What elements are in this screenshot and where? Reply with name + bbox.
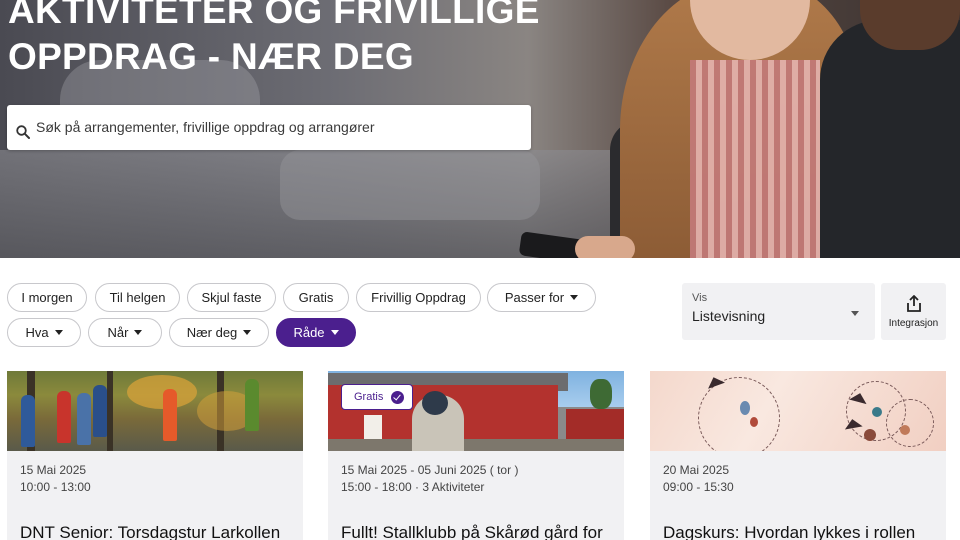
filter-passer-for-dropdown[interactable]: Passer for xyxy=(487,283,596,312)
caret-down-icon xyxy=(134,330,143,335)
search-input[interactable] xyxy=(36,118,516,135)
filter-skjul-faste[interactable]: Skjul faste xyxy=(187,283,276,312)
filter-label: Passer for xyxy=(504,290,565,305)
event-card[interactable]: 20 Mai 2025 09:00 - 15:30 Dagskurs: Hvor… xyxy=(650,371,946,540)
caret-down-icon xyxy=(243,330,252,335)
caret-down-icon xyxy=(330,330,339,335)
free-badge: Gratis xyxy=(341,384,414,410)
filter-frivillig-oppdrag[interactable]: Frivillig Oppdrag xyxy=(356,283,481,312)
filter-label: I morgen xyxy=(21,290,73,305)
view-mode-label: Vis xyxy=(692,292,708,304)
event-title[interactable]: Dagskurs: Hvordan lykkes i rollen xyxy=(663,523,915,540)
event-image: Gratis xyxy=(328,371,624,451)
hero-photo-person-2 xyxy=(820,20,960,258)
view-mode-select[interactable]: Vis Listevisning xyxy=(682,283,875,340)
filter-label: Nær deg xyxy=(186,325,238,340)
filter-rade-dropdown[interactable]: Råde xyxy=(276,318,356,347)
page-title: AKTIVITETER OG FRIVILLIGE OPPDRAG - NÆR … xyxy=(8,0,608,80)
event-title[interactable]: Fullt! Stallklubb på Skårød gård for xyxy=(341,523,603,540)
filter-i-morgen[interactable]: I morgen xyxy=(7,283,87,312)
filter-label: Råde xyxy=(293,325,325,340)
event-image xyxy=(7,371,303,451)
filter-label: Gratis xyxy=(298,290,334,305)
event-card[interactable]: Gratis 15 Mai 2025 - 05 Juni 2025 ( tor … xyxy=(328,371,624,540)
event-card[interactable]: 15 Mai 2025 10:00 - 13:00 DNT Senior: To… xyxy=(7,371,303,540)
caret-down-icon xyxy=(570,295,579,300)
filter-nar-dropdown[interactable]: Når xyxy=(88,318,162,347)
filter-label: Når xyxy=(107,325,129,340)
hero-photo-shirt xyxy=(690,60,820,258)
integration-button[interactable]: Integrasjon xyxy=(881,283,946,340)
search-box[interactable] xyxy=(7,105,531,150)
filter-hva-dropdown[interactable]: Hva xyxy=(7,318,81,347)
event-time: 09:00 - 15:30 xyxy=(663,480,734,494)
page-title-line-2: OPPDRAG - NÆR DEG xyxy=(8,36,414,77)
integration-label: Integrasjon xyxy=(888,317,939,329)
event-date: 20 Mai 2025 xyxy=(663,463,730,477)
event-time: 15:00 - 18:00 · 3 Aktiviteter xyxy=(341,480,485,494)
event-date: 15 Mai 2025 - 05 Juni 2025 ( tor ) xyxy=(341,463,519,477)
event-image xyxy=(650,371,946,451)
filter-label: Skjul faste xyxy=(201,290,262,305)
free-badge-label: Gratis xyxy=(354,391,384,403)
filter-label: Frivillig Oppdrag xyxy=(371,290,466,305)
filter-label: Hva xyxy=(25,325,49,340)
caret-down-icon xyxy=(851,311,859,316)
search-icon xyxy=(16,124,30,139)
view-mode-value: Listevisning xyxy=(692,308,766,324)
check-circle-icon xyxy=(391,390,405,404)
filter-label: Til helgen xyxy=(109,290,166,305)
hero-banner: AKTIVITETER OG FRIVILLIGE OPPDRAG - NÆR … xyxy=(0,0,960,258)
hero-background-shape xyxy=(280,150,540,220)
caret-down-icon xyxy=(54,330,63,335)
share-icon xyxy=(906,294,921,312)
hero-photo-hand xyxy=(575,236,635,258)
filter-gratis[interactable]: Gratis xyxy=(283,283,349,312)
event-date: 15 Mai 2025 xyxy=(20,463,87,477)
filter-naer-deg-dropdown[interactable]: Nær deg xyxy=(169,318,269,347)
event-title[interactable]: DNT Senior: Torsdagstur Larkollen xyxy=(20,523,280,540)
event-time: 10:00 - 13:00 xyxy=(20,480,91,494)
filter-til-helgen[interactable]: Til helgen xyxy=(95,283,180,312)
page-title-line-1: AKTIVITETER OG FRIVILLIGE xyxy=(8,0,540,31)
